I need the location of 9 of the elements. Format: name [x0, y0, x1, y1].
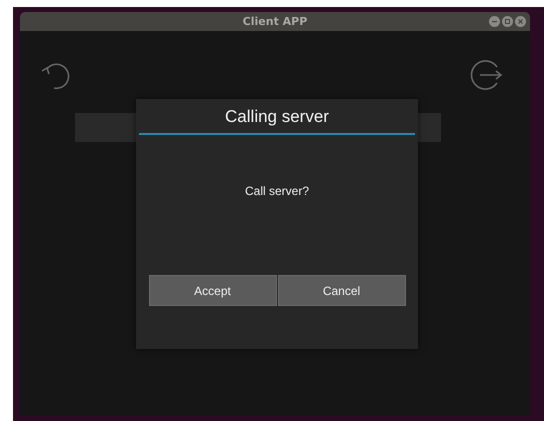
minimize-icon[interactable] [489, 16, 500, 27]
close-icon[interactable] [515, 16, 526, 27]
dialog-title: Calling server [225, 107, 329, 127]
dialog-button[interactable]: Cancel [278, 275, 406, 306]
maximize-icon[interactable] [502, 16, 513, 27]
window-title: Client APP [242, 15, 308, 28]
logout-icon[interactable] [468, 57, 504, 93]
dialog-message: Call server? [244, 184, 310, 198]
dialog-button[interactable]: Accept [148, 275, 276, 306]
